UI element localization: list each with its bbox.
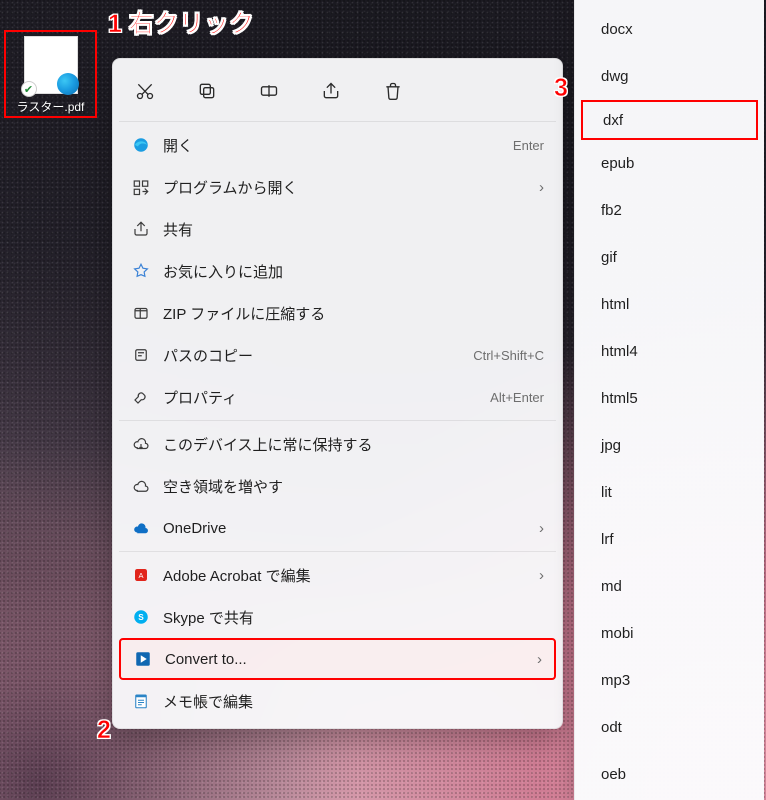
submenu-item-html5[interactable]: html5 bbox=[581, 375, 758, 422]
menu-free-space[interactable]: 空き領域を増やす bbox=[119, 465, 556, 507]
quick-actions-row bbox=[119, 65, 556, 119]
context-menu: 開く Enter プログラムから開く › 共有 お気に入りに追加 ZIP ファイ… bbox=[112, 58, 563, 729]
cut-icon[interactable] bbox=[125, 73, 165, 109]
submenu-item-docx[interactable]: docx bbox=[581, 6, 758, 53]
notepad-icon bbox=[127, 692, 155, 710]
submenu-item-lit[interactable]: lit bbox=[581, 469, 758, 516]
submenu-item-html4[interactable]: html4 bbox=[581, 328, 758, 375]
menu-copy-path-label: パスのコピー bbox=[155, 345, 473, 366]
menu-zip[interactable]: ZIP ファイルに圧縮する bbox=[119, 292, 556, 334]
submenu-item-mp3[interactable]: mp3 bbox=[581, 657, 758, 704]
menu-favorite[interactable]: お気に入りに追加 bbox=[119, 250, 556, 292]
menu-open-accel: Enter bbox=[513, 138, 544, 153]
wrench-icon bbox=[127, 388, 155, 406]
cloud-keep-icon bbox=[127, 435, 155, 453]
menu-keep-on-device[interactable]: このデバイス上に常に保持する bbox=[119, 423, 556, 465]
copy-path-icon bbox=[127, 346, 155, 364]
menu-copy-path-accel: Ctrl+Shift+C bbox=[473, 348, 544, 363]
menu-skype[interactable]: S Skype で共有 bbox=[119, 596, 556, 638]
edge-icon bbox=[127, 136, 155, 154]
submenu-item-dxf[interactable]: dxf bbox=[581, 100, 758, 140]
menu-notepad-label: メモ帳で編集 bbox=[155, 691, 544, 712]
menu-skype-label: Skype で共有 bbox=[155, 607, 544, 628]
submenu-item-mobi[interactable]: mobi bbox=[581, 610, 758, 657]
menu-open-with-label: プログラムから開く bbox=[155, 177, 531, 198]
submenu-item-jpg[interactable]: jpg bbox=[581, 422, 758, 469]
cloud-icon bbox=[127, 477, 155, 495]
chevron-right-icon: › bbox=[539, 567, 544, 584]
submenu-item-oeb[interactable]: oeb bbox=[581, 751, 758, 798]
convert-icon bbox=[129, 650, 157, 668]
menu-share-label: 共有 bbox=[155, 219, 544, 240]
delete-icon[interactable] bbox=[373, 73, 413, 109]
submenu-item-html[interactable]: html bbox=[581, 281, 758, 328]
onedrive-icon bbox=[127, 519, 155, 537]
menu-acrobat[interactable]: A Adobe Acrobat で編集 › bbox=[119, 554, 556, 596]
menu-favorite-label: お気に入りに追加 bbox=[155, 261, 544, 282]
skype-icon: S bbox=[127, 608, 155, 626]
svg-text:A: A bbox=[138, 571, 143, 580]
annotation-2: 2 bbox=[97, 716, 111, 745]
annotation-1: 1 右クリック bbox=[108, 4, 254, 40]
file-name-label: ラスター.pdf bbox=[17, 98, 85, 115]
menu-keep-label: このデバイス上に常に保持する bbox=[155, 434, 544, 455]
sync-badge-icon: ✔ bbox=[21, 81, 37, 97]
menu-share[interactable]: 共有 bbox=[119, 208, 556, 250]
copy-icon[interactable] bbox=[187, 73, 227, 109]
annotation-3: 3 bbox=[554, 74, 568, 103]
menu-convert-to[interactable]: Convert to... › bbox=[119, 638, 556, 680]
menu-notepad[interactable]: メモ帳で編集 bbox=[119, 680, 556, 722]
star-icon bbox=[127, 262, 155, 280]
separator bbox=[119, 551, 556, 552]
chevron-right-icon: › bbox=[539, 179, 544, 196]
acrobat-icon: A bbox=[127, 566, 155, 584]
open-with-icon bbox=[127, 178, 155, 196]
menu-open[interactable]: 開く Enter bbox=[119, 124, 556, 166]
share-quick-icon[interactable] bbox=[311, 73, 351, 109]
menu-properties-accel: Alt+Enter bbox=[490, 390, 544, 405]
submenu-item-dwg[interactable]: dwg bbox=[581, 53, 758, 100]
svg-text:S: S bbox=[138, 613, 144, 622]
convert-submenu: docxdwgdxfepubfb2gifhtmlhtml4html5jpglit… bbox=[574, 0, 764, 800]
menu-zip-label: ZIP ファイルに圧縮する bbox=[155, 303, 544, 324]
separator bbox=[119, 420, 556, 421]
desktop-file[interactable]: ✔ ラスター.pdf bbox=[4, 30, 97, 118]
rename-icon[interactable] bbox=[249, 73, 289, 109]
share-icon bbox=[127, 220, 155, 238]
menu-convert-label: Convert to... bbox=[157, 651, 529, 668]
chevron-right-icon: › bbox=[539, 520, 544, 537]
menu-onedrive-label: OneDrive bbox=[155, 520, 531, 537]
zip-icon bbox=[127, 304, 155, 322]
submenu-item-fb2[interactable]: fb2 bbox=[581, 187, 758, 234]
menu-onedrive[interactable]: OneDrive › bbox=[119, 507, 556, 549]
submenu-item-odt[interactable]: odt bbox=[581, 704, 758, 751]
menu-open-label: 開く bbox=[155, 135, 513, 156]
menu-properties[interactable]: プロパティ Alt+Enter bbox=[119, 376, 556, 418]
file-thumbnail: ✔ bbox=[24, 36, 78, 94]
menu-open-with[interactable]: プログラムから開く › bbox=[119, 166, 556, 208]
menu-acrobat-label: Adobe Acrobat で編集 bbox=[155, 565, 531, 586]
chevron-right-icon: › bbox=[537, 651, 542, 668]
submenu-item-md[interactable]: md bbox=[581, 563, 758, 610]
separator bbox=[119, 121, 556, 122]
menu-copy-path[interactable]: パスのコピー Ctrl+Shift+C bbox=[119, 334, 556, 376]
menu-properties-label: プロパティ bbox=[155, 387, 490, 408]
submenu-item-gif[interactable]: gif bbox=[581, 234, 758, 281]
menu-free-space-label: 空き領域を増やす bbox=[155, 476, 544, 497]
submenu-item-epub[interactable]: epub bbox=[581, 140, 758, 187]
submenu-item-lrf[interactable]: lrf bbox=[581, 516, 758, 563]
